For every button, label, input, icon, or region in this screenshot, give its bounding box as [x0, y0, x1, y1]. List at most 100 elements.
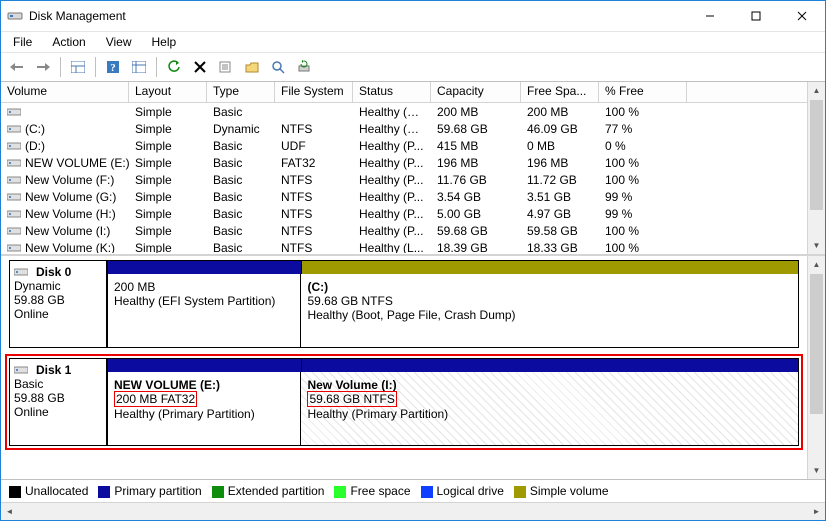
drive-icon — [7, 226, 21, 236]
table-row[interactable]: (C:)SimpleDynamicNTFSHealthy (B...59.68 … — [1, 120, 825, 137]
cell-layout: Simple — [129, 156, 207, 170]
cell-status: Healthy (P... — [353, 173, 431, 187]
cell-layout: Simple — [129, 241, 207, 254]
cell-type: Basic — [207, 173, 275, 187]
legend-item: Unallocated — [9, 484, 88, 498]
cell-fs: NTFS — [275, 241, 353, 254]
column-headers: VolumeLayoutTypeFile SystemStatusCapacit… — [1, 82, 825, 103]
disk-management-window: Disk Management FileActionViewHelp ? Vol… — [0, 0, 826, 521]
column-fs[interactable]: File System — [275, 82, 353, 102]
table-row[interactable]: New Volume (F:)SimpleBasicNTFSHealthy (P… — [1, 171, 825, 188]
legend-item: Free space — [334, 484, 410, 498]
scroll-up-icon[interactable]: ▲ — [808, 82, 825, 99]
table-row[interactable]: New Volume (H:)SimpleBasicNTFSHealthy (P… — [1, 205, 825, 222]
explore-button[interactable] — [240, 55, 264, 79]
drive-icon — [14, 267, 28, 277]
cell-volume — [1, 107, 129, 117]
forward-button[interactable] — [31, 55, 55, 79]
partition-box[interactable]: (C:)59.68 GB NTFSHealthy (Boot, Page Fil… — [300, 274, 798, 348]
cell-status: Healthy (P... — [353, 156, 431, 170]
scroll-thumb[interactable] — [810, 100, 823, 210]
cell-volume: New Volume (F:) — [1, 173, 129, 187]
cell-status: Healthy (B... — [353, 122, 431, 136]
cell-type: Basic — [207, 241, 275, 254]
partition-status: Healthy (Primary Partition) — [307, 407, 792, 421]
scrollbar-vertical[interactable]: ▲ ▼ — [807, 256, 825, 479]
scroll-up-icon[interactable]: ▲ — [808, 256, 825, 273]
menu-file[interactable]: File — [5, 34, 40, 50]
column-capacity[interactable]: Capacity — [431, 82, 521, 102]
refresh-button[interactable] — [162, 55, 186, 79]
table-row[interactable]: SimpleBasicHealthy (E...200 MB200 MB100 … — [1, 103, 825, 120]
table-row[interactable]: New Volume (G:)SimpleBasicNTFSHealthy (P… — [1, 188, 825, 205]
column-volume[interactable]: Volume — [1, 82, 129, 102]
table-row[interactable]: (D:)SimpleBasicUDFHealthy (P...415 MB0 M… — [1, 137, 825, 154]
delete-button[interactable] — [188, 55, 212, 79]
cell-type: Dynamic — [207, 122, 275, 136]
scrollbar-vertical[interactable]: ▲ ▼ — [807, 82, 825, 254]
scroll-thumb[interactable] — [810, 274, 823, 414]
cell-capacity: 59.68 GB — [431, 122, 521, 136]
cell-pct: 0 % — [599, 139, 687, 153]
rescan-button[interactable] — [292, 55, 316, 79]
column-type[interactable]: Type — [207, 82, 275, 102]
drive-icon — [7, 107, 21, 117]
minimize-button[interactable] — [687, 1, 733, 31]
legend-label: Unallocated — [25, 484, 88, 498]
partition-box[interactable]: New Volume (I:)59.68 GB NTFSHealthy (Pri… — [300, 372, 798, 446]
cell-fs: FAT32 — [275, 156, 353, 170]
cell-capacity: 3.54 GB — [431, 190, 521, 204]
layout-button[interactable] — [66, 55, 90, 79]
menu-view[interactable]: View — [98, 34, 140, 50]
column-status[interactable]: Status — [353, 82, 431, 102]
svg-text:?: ? — [110, 62, 116, 74]
column-layout[interactable]: Layout — [129, 82, 207, 102]
table-row[interactable]: New Volume (K:)SimpleBasicNTFSHealthy (L… — [1, 239, 825, 253]
legend-swatch — [9, 486, 21, 498]
scroll-down-icon[interactable]: ▼ — [808, 462, 825, 479]
search-button[interactable] — [266, 55, 290, 79]
scroll-down-icon[interactable]: ▼ — [808, 237, 825, 254]
column-pct[interactable]: % Free — [599, 82, 687, 102]
legend-swatch — [98, 486, 110, 498]
scroll-right-icon[interactable]: ► — [808, 503, 825, 520]
column-free[interactable]: Free Spa... — [521, 82, 599, 102]
help-button[interactable]: ? — [101, 55, 125, 79]
partition-title: (C:) — [307, 280, 792, 294]
settings-button[interactable] — [127, 55, 151, 79]
disk-info[interactable]: Disk 0Dynamic59.88 GBOnline — [9, 260, 107, 348]
cell-layout: Simple — [129, 122, 207, 136]
cell-type: Basic — [207, 139, 275, 153]
partition-status: Healthy (EFI System Partition) — [114, 294, 294, 308]
cell-type: Basic — [207, 156, 275, 170]
menu-action[interactable]: Action — [44, 34, 93, 50]
back-button[interactable] — [5, 55, 29, 79]
cell-status: Healthy (L... — [353, 241, 431, 254]
partition-status: Healthy (Primary Partition) — [114, 407, 294, 421]
maximize-button[interactable] — [733, 1, 779, 31]
scroll-left-icon[interactable]: ◄ — [1, 503, 18, 520]
properties-button[interactable] — [214, 55, 238, 79]
cell-pct: 99 % — [599, 207, 687, 221]
cell-volume: New Volume (G:) — [1, 190, 129, 204]
volume-rows: SimpleBasicHealthy (E...200 MB200 MB100 … — [1, 103, 825, 253]
partition-box[interactable]: NEW VOLUME (E:)200 MB FAT32Healthy (Prim… — [107, 372, 300, 446]
partition-box[interactable]: 200 MBHealthy (EFI System Partition) — [107, 274, 300, 348]
legend-label: Simple volume — [530, 484, 609, 498]
disk-state: Online — [14, 307, 102, 321]
cell-volume: New Volume (K:) — [1, 241, 129, 254]
disk-type: Dynamic — [14, 279, 102, 293]
legend-swatch — [514, 486, 526, 498]
table-row[interactable]: New Volume (I:)SimpleBasicNTFSHealthy (P… — [1, 222, 825, 239]
table-row[interactable]: NEW VOLUME (E:)SimpleBasicFAT32Healthy (… — [1, 154, 825, 171]
cell-status: Healthy (P... — [353, 224, 431, 238]
menu-help[interactable]: Help — [144, 34, 185, 50]
disk-info[interactable]: Disk 1Basic59.88 GBOnline — [9, 358, 107, 446]
cell-free: 46.09 GB — [521, 122, 599, 136]
cell-capacity: 200 MB — [431, 105, 521, 119]
close-button[interactable] — [779, 1, 825, 31]
drive-icon — [7, 209, 21, 219]
cell-type: Basic — [207, 207, 275, 221]
scrollbar-horizontal[interactable]: ◄ ► — [1, 502, 825, 520]
cell-volume: (C:) — [1, 122, 129, 136]
